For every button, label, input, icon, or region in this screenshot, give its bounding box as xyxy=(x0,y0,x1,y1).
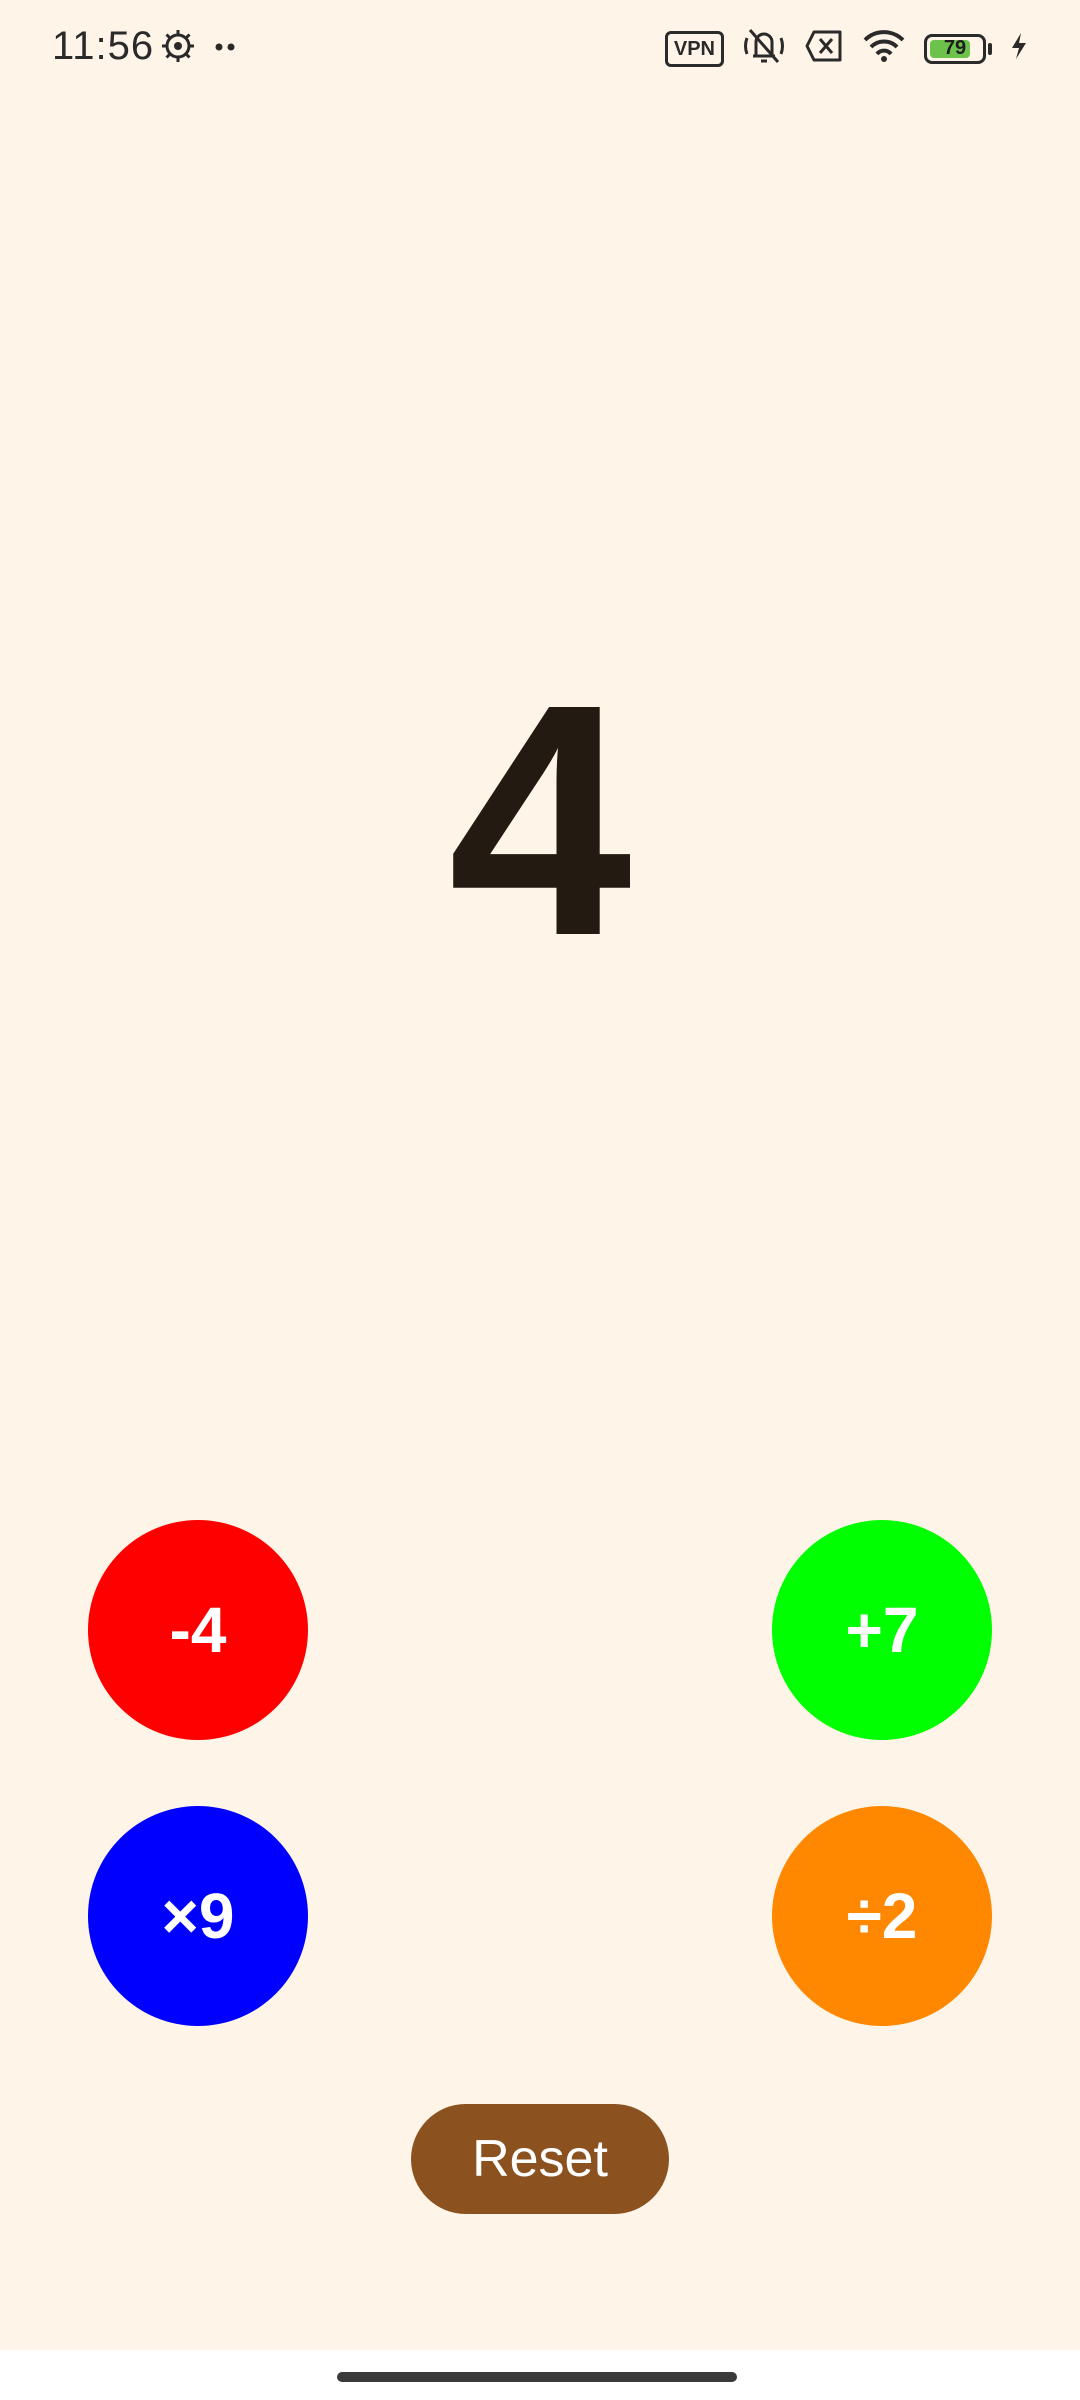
charging-bolt-icon xyxy=(1010,32,1028,65)
add-7-button[interactable]: +7 xyxy=(772,1520,992,1740)
status-right-icons: VPN 79 xyxy=(664,26,1028,71)
home-indicator[interactable] xyxy=(337,2372,737,2382)
multiply-9-button[interactable]: ×9 xyxy=(88,1806,308,2026)
battery-level: 79 xyxy=(943,37,967,59)
navigation-bar xyxy=(0,2350,1080,2400)
more-dots-icon xyxy=(214,40,238,58)
status-bar: 11:56 VPN 79 xyxy=(0,0,1080,96)
no-sim-icon xyxy=(804,29,844,68)
battery-icon: 79 xyxy=(924,33,986,64)
vibrate-mute-icon xyxy=(742,26,786,71)
divide-2-button[interactable]: ÷2 xyxy=(772,1806,992,2026)
battery-cap xyxy=(988,42,992,55)
battery-indicator: 79 xyxy=(924,33,992,64)
reset-button[interactable]: Reset xyxy=(411,2104,669,2214)
settings-gear-icon xyxy=(160,28,196,69)
subtract-4-button[interactable]: -4 xyxy=(88,1520,308,1740)
wifi-icon xyxy=(862,29,906,68)
vpn-icon: VPN xyxy=(664,30,724,67)
status-time: 11:56 xyxy=(52,24,155,68)
counter-display: 4 xyxy=(448,635,632,1004)
status-left-icons xyxy=(160,28,238,69)
